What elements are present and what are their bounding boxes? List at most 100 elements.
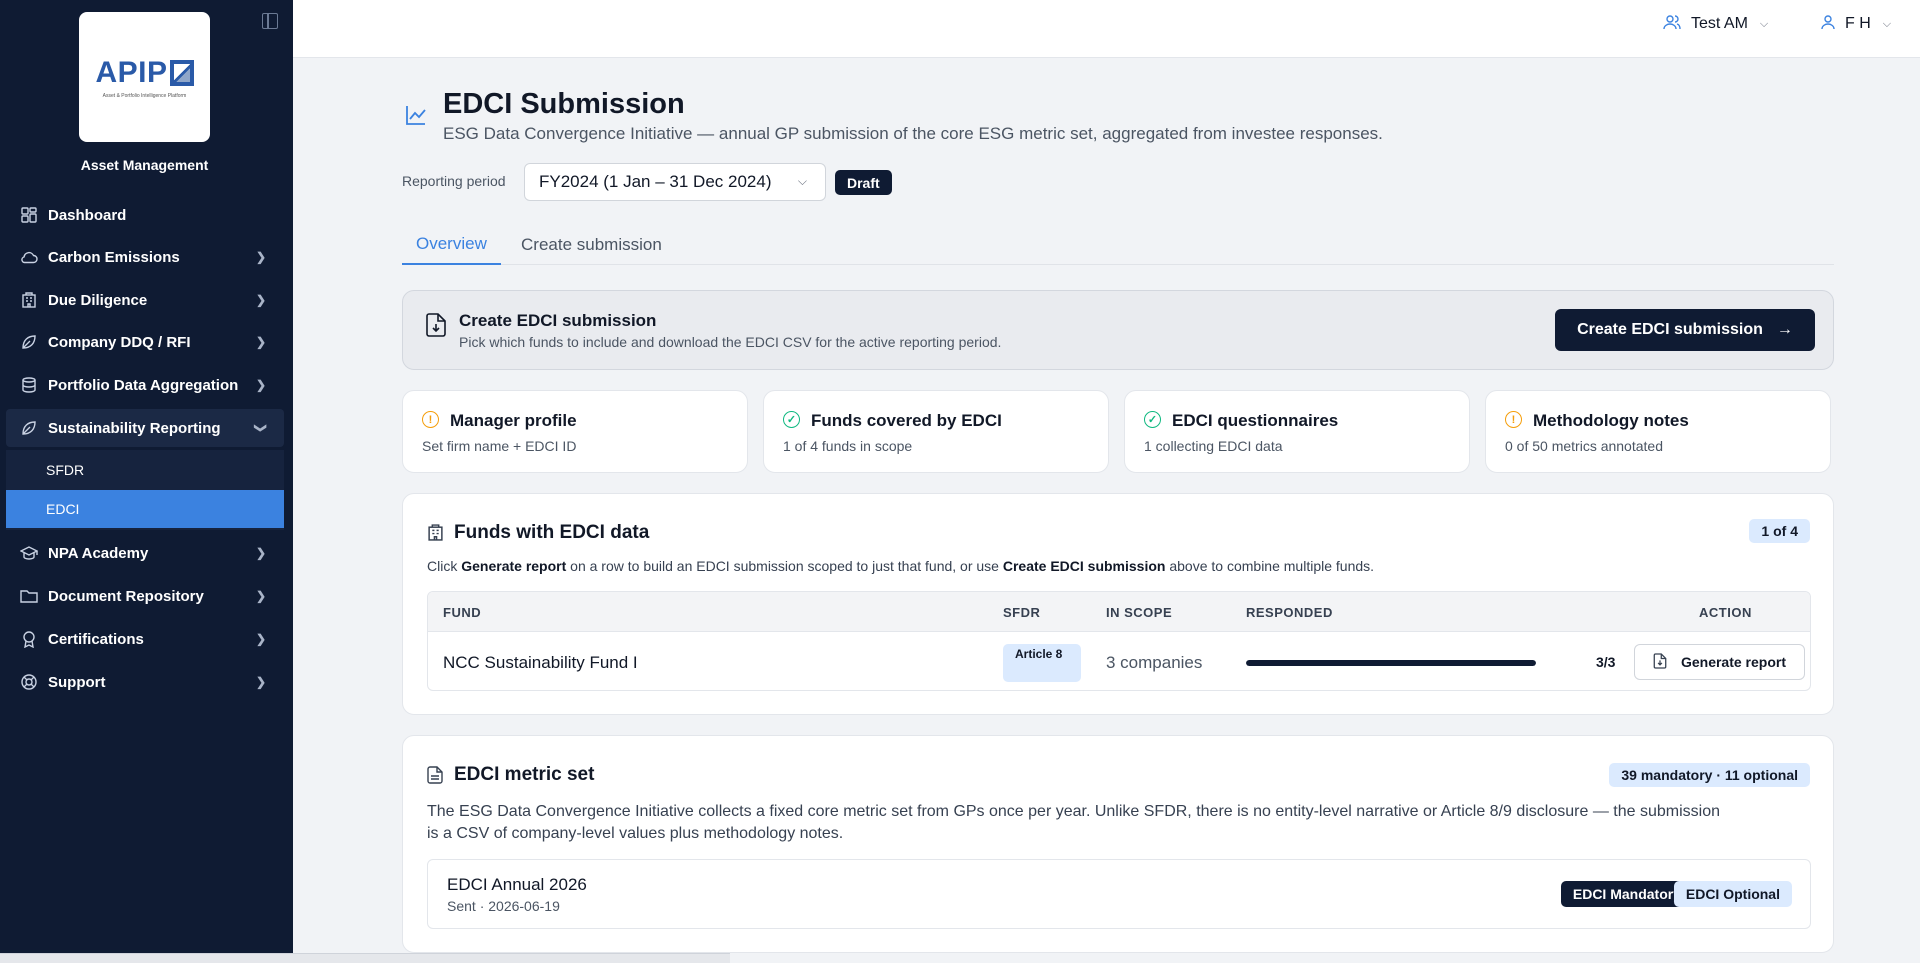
tab-bar: Overview Create submission <box>402 225 1834 265</box>
sidebar-item-label: Dashboard <box>48 206 127 224</box>
sidebar-item-carbon-emissions[interactable]: Carbon Emissions ❯ <box>6 238 284 276</box>
line-chart-icon <box>404 103 428 127</box>
sidebar-item-label: Document Repository <box>48 587 204 605</box>
folder-icon <box>20 587 38 605</box>
user-menu[interactable]: F H ⌵ <box>1821 14 1891 34</box>
progress-fill <box>1246 660 1536 666</box>
desc-emphasis: Create EDCI submission <box>1002 558 1166 574</box>
desc-text: Click <box>427 558 462 574</box>
stat-subtitle: 0 of 50 metrics annotated <box>1505 438 1663 454</box>
check-circle-icon: ✓ <box>1144 411 1161 428</box>
cloud-icon <box>20 248 38 266</box>
sidebar-item-label: Support <box>48 673 106 691</box>
stat-card-methodology-notes[interactable]: ! Methodology notes 0 of 50 metrics anno… <box>1485 390 1831 473</box>
user-label: F H <box>1845 15 1871 32</box>
stat-subtitle: 1 of 4 funds in scope <box>783 438 913 454</box>
desc-text: above to combine multiple funds. <box>1165 558 1375 574</box>
building-icon <box>20 291 38 309</box>
building-icon <box>427 524 444 546</box>
stat-title: EDCI questionnaires <box>1172 411 1339 430</box>
chevron-down-icon: ⌵ <box>1759 17 1769 30</box>
responded-count: 3/3 <box>1596 654 1616 670</box>
section-title: Funds with EDCI data <box>454 522 650 543</box>
warning-icon: ! <box>1505 411 1522 428</box>
in-scope-count: 3 companies <box>1106 653 1203 672</box>
sidebar-item-label: Portfolio Data Aggregation <box>48 376 239 394</box>
sidebar-item-label: Company DDQ / RFI <box>48 333 191 351</box>
desc-text: on a row to build an EDCI submission sco… <box>566 558 1003 574</box>
tab-create-submission[interactable]: Create submission <box>507 225 676 265</box>
logo-tagline: Asset & Portfolio Intelligence Platform <box>102 92 187 99</box>
questionnaire-title: EDCI Annual 2026 <box>447 875 587 894</box>
chevron-right-icon: ❯ <box>255 632 266 646</box>
chevron-right-icon: ❯ <box>255 250 266 264</box>
logo: APIP Asset & Portfolio Intelligence Plat… <box>79 12 210 142</box>
chevron-right-icon: ❯ <box>255 546 266 560</box>
sidebar-subitem-edci[interactable]: EDCI <box>6 490 284 528</box>
leaf-icon <box>20 333 38 351</box>
browser-status-bar <box>0 953 730 963</box>
top-bar: Test AM ⌵ F H ⌵ <box>293 0 1920 58</box>
metric-set-description: The ESG Data Convergence Initiative coll… <box>427 803 1720 842</box>
funds-with-edci-data-card: Funds with EDCI data 1 of 4 Click Genera… <box>402 493 1834 715</box>
sidebar-item-label: Due Diligence <box>48 291 148 309</box>
create-card-subtitle: Pick which funds to include and download… <box>459 334 1002 350</box>
column-header-action: ACTION <box>1699 605 1752 620</box>
sidebar-item-npa-academy[interactable]: NPA Academy ❯ <box>6 534 284 572</box>
sfdr-badge: Article 8 <box>1003 644 1081 682</box>
sidebar-item-label: Sustainability Reporting <box>48 419 221 437</box>
reporting-period-select[interactable]: FY2024 (1 Jan – 31 Dec 2024) ⌵ <box>524 163 826 201</box>
chevron-down-icon: ⌵ <box>1882 17 1892 30</box>
sidebar-subitem-sfdr[interactable]: SFDR <box>6 451 284 489</box>
chevron-right-icon: ❯ <box>255 589 266 603</box>
org-name: Asset Management <box>80 157 209 173</box>
tag-edci-optional: EDCI Optional <box>1673 881 1792 907</box>
chevron-right-icon: ❯ <box>255 335 266 349</box>
check-circle-icon: ✓ <box>783 411 800 428</box>
stat-subtitle: Set firm name + EDCI ID <box>422 438 577 454</box>
sidebar-item-certifications[interactable]: Certifications ❯ <box>6 620 284 658</box>
create-edci-submission-button[interactable]: Create EDCI submission → <box>1555 309 1815 351</box>
sidebar-item-sustainability-reporting[interactable]: Sustainability Reporting ❯ <box>6 409 284 447</box>
table-header: FUND SFDR IN SCOPE RESPONDED ACTION <box>428 592 1810 632</box>
create-submission-card: Create EDCI submission Pick which funds … <box>402 290 1834 370</box>
edci-metric-set-card: EDCI metric set 39 mandatory · 11 option… <box>402 735 1834 953</box>
user-icon <box>1821 14 1835 34</box>
funds-count-badge: 1 of 4 <box>1749 519 1810 543</box>
column-header-in-scope[interactable]: IN SCOPE <box>1106 605 1172 620</box>
funds-description: Click Generate report on a row to build … <box>427 558 1374 574</box>
sidebar: APIP Asset & Portfolio Intelligence Plat… <box>0 0 293 963</box>
stat-card-manager-profile[interactable]: ! Manager profile Set firm name + EDCI I… <box>402 390 748 473</box>
tab-overview[interactable]: Overview <box>402 225 501 265</box>
page-subtitle: ESG Data Convergence Initiative — annual… <box>443 124 1383 143</box>
sidebar-item-dashboard[interactable]: Dashboard <box>6 196 284 234</box>
sidebar-item-support[interactable]: Support ❯ <box>6 663 284 701</box>
stat-title: Methodology notes <box>1533 411 1689 430</box>
sidebar-item-label: NPA Academy <box>48 544 149 562</box>
sidebar-collapse-icon[interactable] <box>262 13 278 29</box>
file-download-icon <box>1653 652 1667 672</box>
document-icon <box>427 766 443 789</box>
grid-icon <box>20 206 38 224</box>
column-header-sfdr[interactable]: SFDR <box>1003 605 1040 620</box>
users-icon <box>1663 14 1681 34</box>
page-title: EDCI Submission <box>443 88 685 120</box>
award-icon <box>20 630 38 648</box>
sidebar-item-document-repository[interactable]: Document Repository ❯ <box>6 577 284 615</box>
questionnaire-item[interactable]: EDCI Annual 2026 Sent · 2026-06-19 EDCI … <box>427 859 1811 929</box>
sidebar-item-portfolio-data-aggregation[interactable]: Portfolio Data Aggregation ❯ <box>6 366 284 404</box>
sidebar-item-due-diligence[interactable]: Due Diligence ❯ <box>6 281 284 319</box>
column-header-responded[interactable]: RESPONDED <box>1246 605 1333 620</box>
fund-name: NCC Sustainability Fund I <box>443 653 638 672</box>
metric-count-badge: 39 mandatory · 11 optional <box>1609 763 1810 787</box>
table-row: NCC Sustainability Fund I Article 8 3 co… <box>428 632 1810 690</box>
column-header-fund[interactable]: FUND <box>443 605 481 620</box>
generate-report-button[interactable]: Generate report <box>1634 644 1805 680</box>
account-menu[interactable]: Test AM ⌵ <box>1663 14 1768 34</box>
chevron-right-icon: ❯ <box>255 675 266 689</box>
chevron-right-icon: ❯ <box>255 378 266 392</box>
stat-card-funds-covered[interactable]: ✓ Funds covered by EDCI 1 of 4 funds in … <box>763 390 1109 473</box>
sidebar-item-company-ddq-rfi[interactable]: Company DDQ / RFI ❯ <box>6 323 284 361</box>
arrow-right-icon: → <box>1776 321 1793 338</box>
stat-card-edci-questionnaires[interactable]: ✓ EDCI questionnaires 1 collecting EDCI … <box>1124 390 1470 473</box>
